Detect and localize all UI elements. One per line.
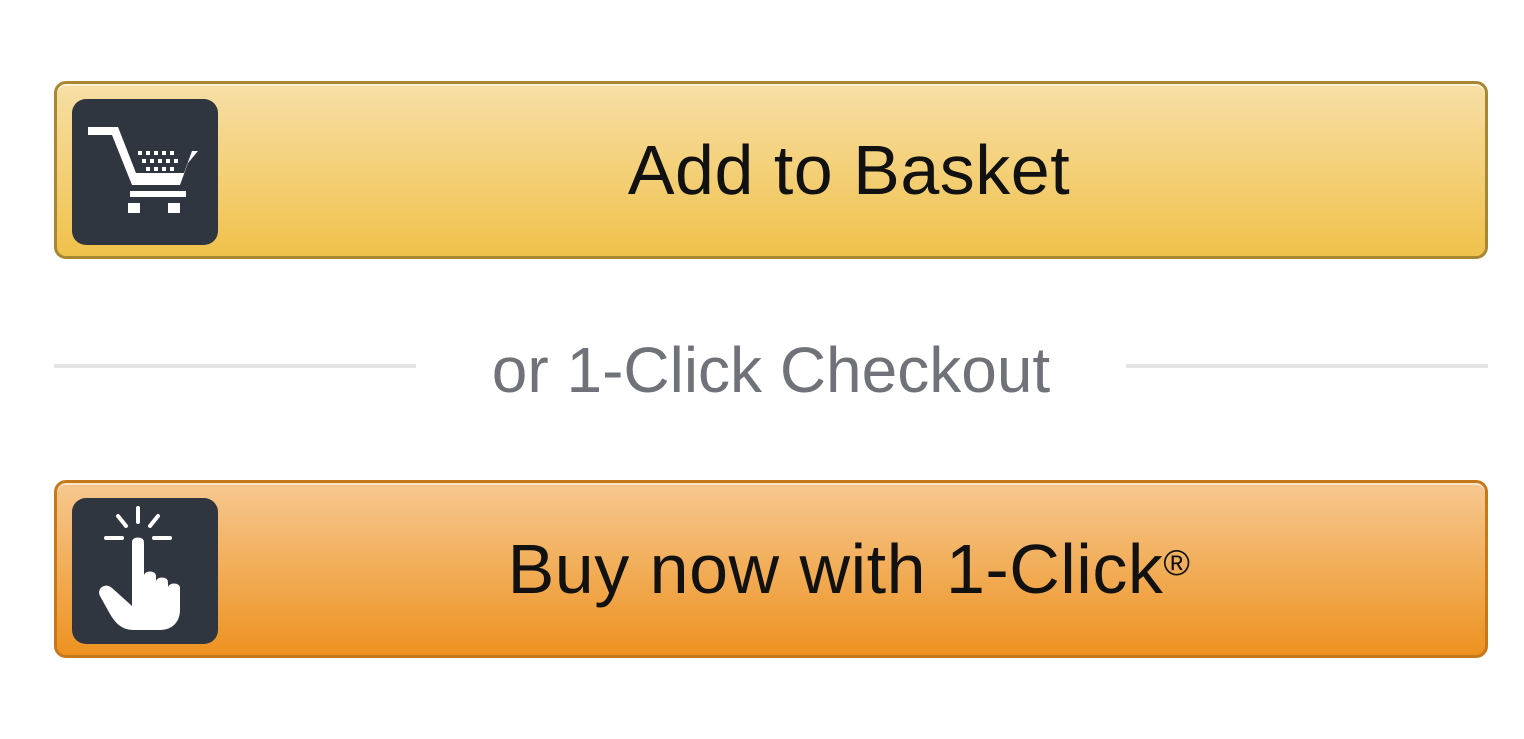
divider-line-left	[54, 364, 416, 368]
add-to-basket-button[interactable]: Add to Basket	[54, 81, 1488, 259]
hand-icon-box	[72, 498, 218, 644]
purchase-panel: Add to Basket or 1-Click Checkout Buy no…	[0, 0, 1524, 739]
add-to-basket-label: Add to Basket	[233, 84, 1465, 256]
shopping-cart-icon	[88, 127, 198, 213]
one-click-checkout-text: or 1-Click Checkout	[491, 334, 1051, 406]
cart-icon-box	[72, 99, 218, 245]
registered-mark: ®	[1163, 542, 1191, 583]
buy-now-text: Buy now with 1-Click	[507, 530, 1164, 608]
divider-line-right	[1126, 364, 1488, 368]
hand-pointer-icon	[99, 506, 180, 630]
buy-now-label: Buy now with 1-Click ®	[233, 483, 1465, 655]
add-to-basket-text: Add to Basket	[627, 131, 1071, 209]
buy-now-button[interactable]: Buy now with 1-Click ®	[54, 480, 1488, 658]
one-click-divider: or 1-Click Checkout	[54, 330, 1488, 410]
